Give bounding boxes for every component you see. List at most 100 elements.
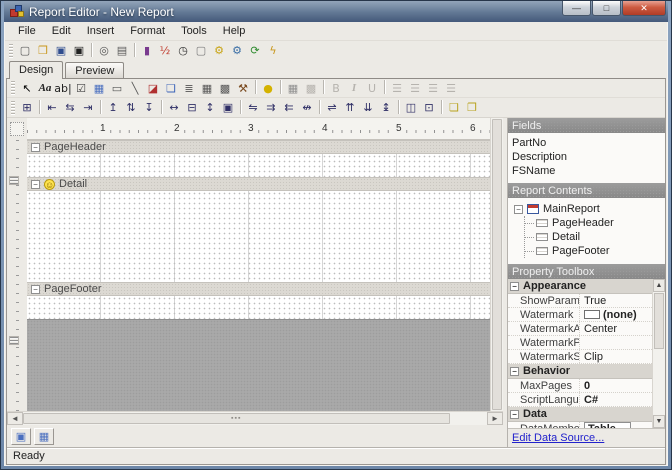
minimize-button[interactable]: —: [562, 1, 591, 16]
detail-band-resize-grip[interactable]: [9, 176, 19, 185]
menu-insert[interactable]: Insert: [80, 23, 122, 39]
menu-file[interactable]: File: [11, 23, 43, 39]
script-key-icon[interactable]: ●: [259, 80, 277, 96]
property-value[interactable]: 0: [580, 380, 652, 392]
category-collapse-icon[interactable]: −: [510, 410, 519, 419]
align-tops-icon[interactable]: ↥: [104, 100, 122, 116]
toggle-fields-window-icon[interactable]: ▣: [11, 428, 31, 445]
property-value[interactable]: True: [580, 295, 652, 307]
vspace-equal-icon[interactable]: ⇌: [323, 100, 341, 116]
property-value[interactable]: Center: [580, 323, 652, 335]
band-header-pageheader[interactable]: −PageHeader: [27, 140, 490, 154]
align-to-grid-icon[interactable]: ⊞: [18, 100, 36, 116]
build-tool-icon[interactable]: ⚒: [234, 80, 252, 96]
property-grid-scrollbar[interactable]: ▲ ▼: [652, 279, 665, 428]
center-horizontally-icon[interactable]: ◫: [402, 100, 420, 116]
styles-icon[interactable]: ▮: [138, 43, 156, 59]
toolbar-grip[interactable]: [9, 44, 13, 58]
design-horizontal-scrollbar[interactable]: ◄ ▪▪▪ ►: [7, 411, 503, 425]
close-button[interactable]: ✕: [622, 1, 666, 16]
property-category-behavior[interactable]: −Behavior: [508, 364, 652, 379]
property-value[interactable]: Clip: [580, 351, 652, 363]
property-value[interactable]: C#: [580, 394, 652, 406]
line-tool-icon[interactable]: ╲: [126, 80, 144, 96]
design-vertical-scrollbar[interactable]: [490, 118, 503, 411]
tree-node-detail[interactable]: Detail: [536, 230, 665, 244]
toolbar-grip[interactable]: [11, 81, 15, 95]
field-item[interactable]: Description: [512, 150, 665, 164]
save-all-icon[interactable]: ▣: [70, 43, 88, 59]
align-lefts-icon[interactable]: ⇤: [43, 100, 61, 116]
tree-node-mainreport[interactable]: − MainReport: [514, 202, 665, 216]
watch-icon[interactable]: ◷: [174, 43, 192, 59]
scroll-left-icon[interactable]: ◄: [7, 412, 23, 425]
bring-to-front-icon[interactable]: ❏: [445, 100, 463, 116]
print-icon[interactable]: ▤: [113, 43, 131, 59]
tree-node-pageheader[interactable]: PageHeader: [536, 216, 665, 230]
align-centers-icon[interactable]: ⇆: [61, 100, 79, 116]
options-gear-icon[interactable]: ⚙: [210, 43, 228, 59]
scrollbar-thumb[interactable]: ▪▪▪: [23, 413, 450, 424]
tools-wrench-icon[interactable]: ⚙: [228, 43, 246, 59]
size-to-grid-icon[interactable]: ⊟: [183, 100, 201, 116]
property-value[interactable]: (none): [580, 309, 652, 321]
make-same-size-icon[interactable]: ▣: [219, 100, 237, 116]
hspace-equal-icon[interactable]: ⇋: [244, 100, 262, 116]
save-report-icon[interactable]: ▣: [52, 43, 70, 59]
textbox-tool-icon[interactable]: ab|: [54, 80, 72, 96]
pagefooter-band-resize-grip[interactable]: [9, 336, 19, 345]
open-report-icon[interactable]: ❒: [34, 43, 52, 59]
vspace-increase-icon[interactable]: ⇈: [341, 100, 359, 116]
band-area-detail[interactable]: [27, 191, 490, 282]
hspace-decrease-icon[interactable]: ⇇: [280, 100, 298, 116]
tab-preview[interactable]: Preview: [65, 62, 124, 78]
rectangle-tool-icon[interactable]: ▭: [108, 80, 126, 96]
align-bottoms-icon[interactable]: ↧: [140, 100, 158, 116]
band-collapse-icon[interactable]: −: [31, 285, 40, 294]
menu-format[interactable]: Format: [123, 23, 172, 39]
hspace-increase-icon[interactable]: ⇉: [262, 100, 280, 116]
tree-node-pagefooter[interactable]: PageFooter: [536, 244, 665, 258]
grid-toggle-icon[interactable]: ▦: [284, 80, 302, 96]
tab-design[interactable]: Design: [9, 61, 63, 79]
menu-tools[interactable]: Tools: [174, 23, 214, 39]
pointer-tool-icon[interactable]: ↖: [18, 80, 36, 96]
vspace-remove-icon[interactable]: ↨: [377, 100, 395, 116]
print-preview-icon[interactable]: ◎: [95, 43, 113, 59]
band-collapse-icon[interactable]: −: [31, 143, 40, 152]
scroll-right-icon[interactable]: ►: [487, 412, 503, 425]
property-category-data[interactable]: −Data: [508, 407, 652, 422]
chart-tool-icon[interactable]: ◪: [144, 80, 162, 96]
scroll-up-icon[interactable]: ▲: [653, 279, 665, 292]
toolbar-grip[interactable]: [11, 101, 15, 115]
band-area-pagefooter[interactable]: [27, 296, 490, 319]
category-collapse-icon[interactable]: −: [510, 367, 519, 376]
vspace-decrease-icon[interactable]: ⇊: [359, 100, 377, 116]
band-header-pagefooter[interactable]: −PageFooter: [27, 282, 490, 296]
field-item[interactable]: FSName: [512, 164, 665, 178]
run-script-icon[interactable]: ϟ: [264, 43, 282, 59]
property-category-appearance[interactable]: −Appearance: [508, 279, 652, 294]
picture-tool-icon[interactable]: ▦: [90, 80, 108, 96]
menu-help[interactable]: Help: [216, 23, 253, 39]
hspace-remove-icon[interactable]: ↮: [298, 100, 316, 116]
make-same-height-icon[interactable]: ↕: [201, 100, 219, 116]
category-collapse-icon[interactable]: −: [510, 282, 519, 291]
new-report-icon[interactable]: ▢: [16, 43, 34, 59]
tree-collapse-icon[interactable]: −: [514, 205, 523, 214]
send-to-back-icon[interactable]: ❐: [463, 100, 481, 116]
subreport-tool-icon[interactable]: ❏: [162, 80, 180, 96]
menu-edit[interactable]: Edit: [45, 23, 78, 39]
matrix-tool-icon[interactable]: ▩: [216, 80, 234, 96]
band-collapse-icon[interactable]: −: [31, 180, 40, 189]
label-tool-icon[interactable]: Aa: [36, 80, 54, 96]
table-tool-icon[interactable]: ▦: [198, 80, 216, 96]
scroll-down-icon[interactable]: ▼: [653, 415, 665, 428]
list-tool-icon[interactable]: ≣: [180, 80, 198, 96]
property-value[interactable]: Table: [580, 422, 652, 429]
refresh-icon[interactable]: ⟳: [246, 43, 264, 59]
watermark-swatch[interactable]: [584, 310, 600, 319]
center-vertically-icon[interactable]: ⊡: [420, 100, 438, 116]
script-document-icon[interactable]: ▢: [192, 43, 210, 59]
field-item[interactable]: PartNo: [512, 136, 665, 150]
